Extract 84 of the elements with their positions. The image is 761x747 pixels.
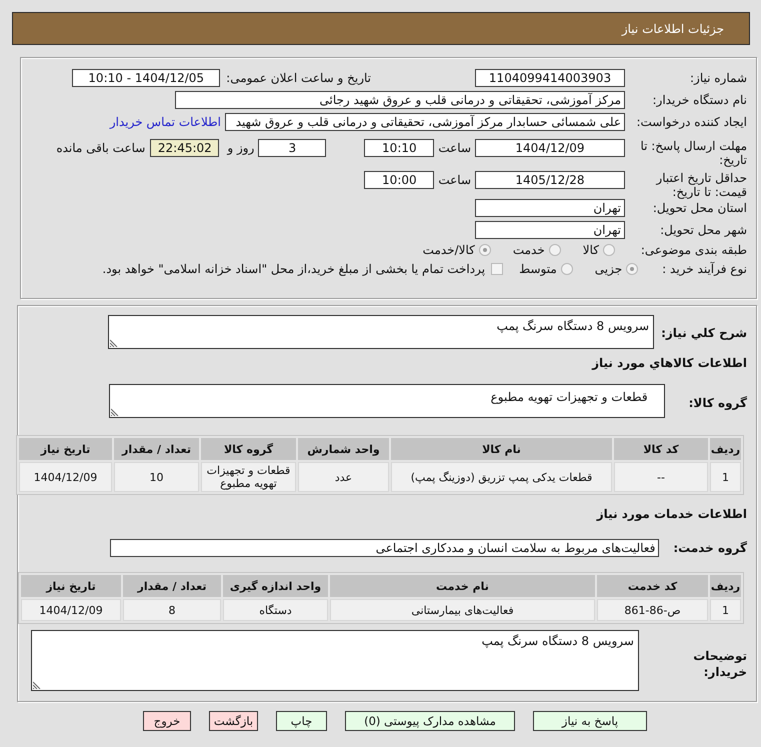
action-button[interactable]: مشاهده مدارک پیوستی (0) <box>345 711 515 731</box>
table-header: نام خدمت <box>330 575 595 597</box>
option-label: پرداخت تمام یا بخشی از مبلغ خرید،از محل "اسناد خزانه اسلامی" خواهد بود. <box>102 262 486 276</box>
radio-button[interactable] <box>548 244 561 256</box>
table-header: واحد شمارش <box>298 438 389 460</box>
table-cell: 1 <box>710 599 741 621</box>
field-label: ساعت <box>438 140 471 157</box>
table-header: ردیف <box>710 575 741 597</box>
option-label: کالا <box>582 243 599 257</box>
table-cell: دستگاه <box>223 599 328 621</box>
field-label: گروه کالا: <box>688 395 747 411</box>
section-heading: اطلاعات کالاهاي مورد نیاز <box>590 355 747 371</box>
field-label: روز و <box>227 140 254 157</box>
buyer-org-field[interactable]: مرکز آموزشی، تحقیقاتی و درمانی قلب و عروق شهید رجائی <box>175 91 625 109</box>
table-cell: 8 <box>123 599 221 621</box>
option-label: کالا/خدمت <box>422 243 475 257</box>
need-number-field[interactable]: 1104099414003903 <box>475 69 625 87</box>
table-header: تعداد / مقدار <box>123 575 221 597</box>
option-label: جزیی <box>594 262 622 276</box>
province-field[interactable]: تهران <box>475 199 625 217</box>
table-cell: عدد <box>298 462 389 492</box>
radio-button[interactable] <box>603 244 615 256</box>
goods-group-field[interactable]: قطعات و تجهیزات تهویه مطبوع <box>109 384 665 418</box>
page-title: جزئیات اطلاعات نیاز <box>622 22 724 36</box>
table-cell: قطعات یدکی پمپ تزریق (دوزینگ پمپ) <box>391 462 612 492</box>
action-button[interactable]: بازگشت <box>209 711 258 731</box>
table-header: کد کالا <box>614 438 708 460</box>
city-field[interactable]: تهران <box>475 221 625 239</box>
table-header: گروه کالا <box>201 438 296 460</box>
table-cell: فعالیت‌های بیمارستانی <box>330 599 595 621</box>
radio-button[interactable] <box>560 263 573 275</box>
description-field[interactable]: سرویس 8 دستگاه سرنگ پمپ <box>108 315 654 349</box>
field-label: شهر محل تحویل: <box>659 223 747 237</box>
field-label: مهلت ارسال پاسخ: تا تاریخ: <box>639 139 747 167</box>
resize-grip-icon <box>110 339 118 347</box>
buyer-notes-field[interactable]: سرویس 8 دستگاه سرنگ پمپ <box>31 630 639 691</box>
action-button[interactable]: پاسخ به نیاز <box>533 711 647 731</box>
remaining-time-field: 22:45:02 <box>150 139 220 157</box>
option-label: متوسط <box>519 262 557 276</box>
field-label: حداقل تاریخ اعتبار قیمت: تا تاریخ: <box>654 171 747 199</box>
option-label: خدمت <box>512 243 545 257</box>
radio-button[interactable] <box>478 244 491 256</box>
table-cell: -- <box>614 462 708 492</box>
table-header: ردیف <box>710 438 741 460</box>
field-label: شماره نیاز: <box>689 71 747 85</box>
date-field[interactable]: 1404/12/09 <box>475 139 625 157</box>
field-label: نام دستگاه خریدار: <box>652 93 747 107</box>
checkbox[interactable] <box>491 263 504 275</box>
requester-field[interactable]: علی شمسائی حسابدار مرکز آموزشی، تحقیقاتی و درمانی قلب و عروق شهید <box>225 113 625 131</box>
table-header: کد خدمت <box>597 575 708 597</box>
time-field[interactable]: 10:10 <box>364 139 434 157</box>
table-header: تاریخ نیاز <box>21 575 121 597</box>
days-field[interactable]: 3 <box>258 139 326 157</box>
field-label: تاریخ و ساعت اعلان عمومی: <box>226 71 371 85</box>
table-header: نام کالا <box>391 438 612 460</box>
field-label: نوع فرآیند خرید : <box>662 262 747 276</box>
table-cell: 1404/12/09 <box>19 462 112 492</box>
field-label: گروه خدمت: <box>673 540 747 556</box>
table-header: واحد اندازه گیری <box>223 575 328 597</box>
announcement-date-field[interactable]: 1404/12/05 - 10:10 <box>72 69 220 87</box>
field-label: توضیحات خریدار: <box>692 648 747 680</box>
date-field[interactable]: 1405/12/28 <box>475 171 625 189</box>
field-label: ساعت باقی مانده <box>56 140 146 157</box>
table-cell: 1404/12/09 <box>21 599 121 621</box>
action-button[interactable]: چاپ <box>276 711 327 731</box>
section-heading: اطلاعات خدمات مورد نیاز <box>595 506 747 522</box>
service-group-field[interactable]: فعالیت‌های مربوط به سلامت انسان و مددکاری اجتماعی <box>110 539 660 557</box>
time-field[interactable]: 10:00 <box>364 171 434 189</box>
resize-grip-icon <box>111 408 119 416</box>
resize-grip-icon <box>33 681 41 689</box>
field-label: شرح کلي نیاز: <box>661 325 747 341</box>
field-label: استان محل تحویل: <box>652 201 747 215</box>
field-label: ساعت <box>438 172 471 189</box>
radio-button[interactable] <box>626 263 638 275</box>
action-button[interactable]: خروج <box>143 711 191 731</box>
field-label: طبقه بندی موضوعی: <box>640 243 747 257</box>
table-cell: قطعات و تجهیزات تهویه مطبوع <box>201 462 296 492</box>
table-cell: ص-86-861 <box>597 599 708 621</box>
table-header: تعداد / مقدار <box>114 438 199 460</box>
table-cell: 1 <box>710 462 741 492</box>
contact-link[interactable]: اطلاعات تماس خریدار <box>110 115 221 129</box>
table-cell: 10 <box>114 462 199 492</box>
table-header: تاریخ نیاز <box>19 438 112 460</box>
field-label: ایجاد کننده درخواست: <box>635 115 747 129</box>
